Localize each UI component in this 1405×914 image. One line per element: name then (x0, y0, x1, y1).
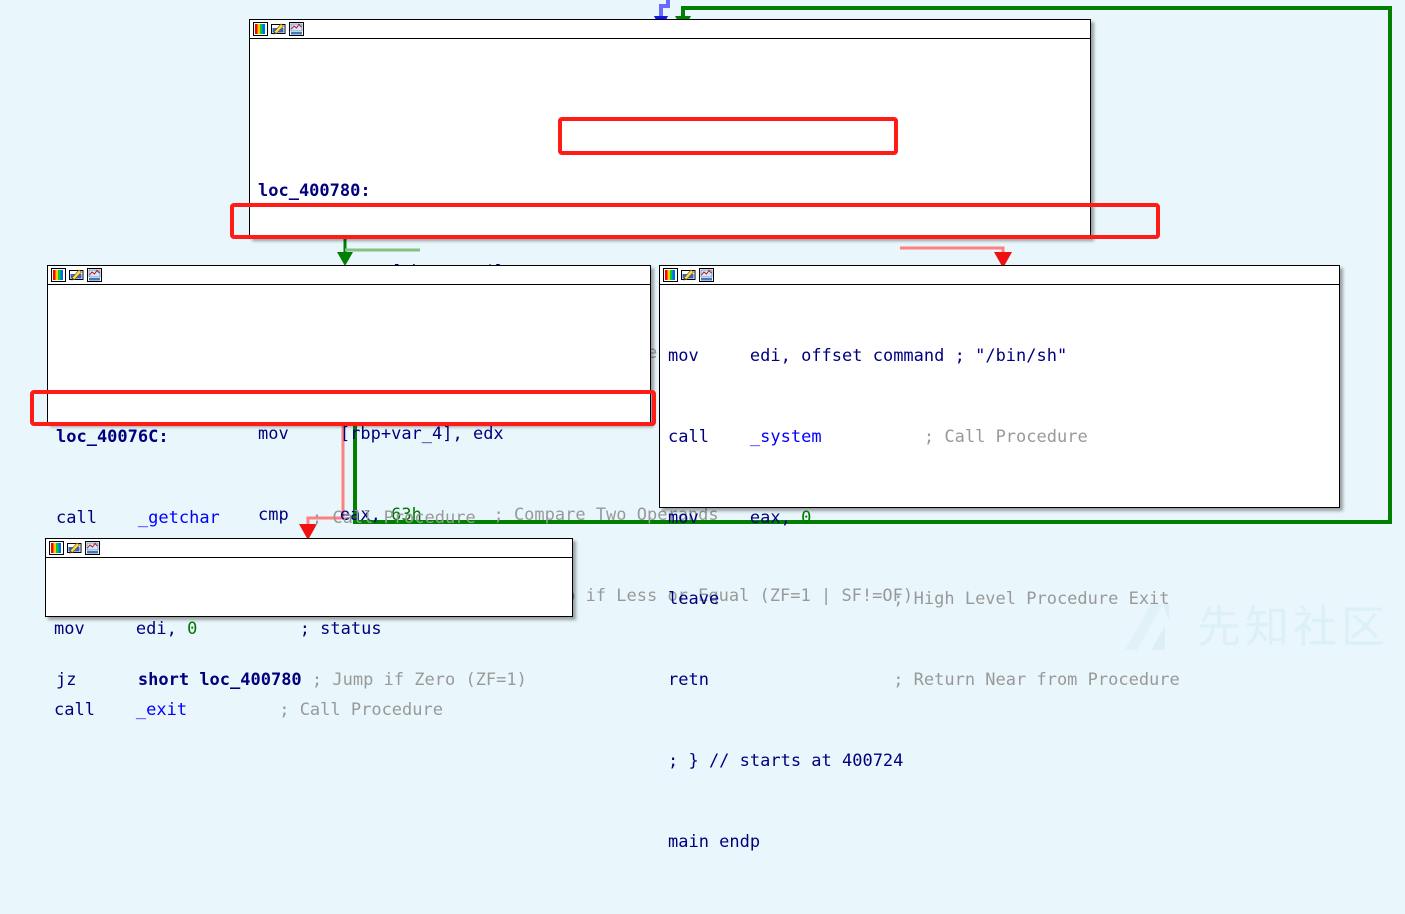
comment: ; "/bin/sh" (954, 346, 1068, 366)
asm-line: loc_400780: (250, 178, 1090, 205)
block-titlebar (660, 266, 1339, 285)
function-end-comment: ; } // starts at 400724 (668, 751, 904, 771)
graph-chart-icon[interactable] (85, 541, 100, 555)
comment: ; Call Procedure (279, 700, 443, 720)
color-palette-icon[interactable] (253, 22, 268, 36)
graph-chart-icon[interactable] (87, 268, 102, 282)
graph-chart-icon[interactable] (289, 22, 304, 36)
operand-immediate: 0 (187, 619, 198, 639)
basic-block-exit-call[interactable]: mov edi, 0 ; status call _exit ; Call Pr… (45, 538, 573, 720)
asm-line: mov edi, 0 ; status (46, 616, 572, 643)
comment: ; status (299, 619, 382, 639)
mnemonic: call (54, 700, 95, 720)
call-target[interactable]: _system (750, 427, 822, 447)
block-body: mov edi, 0 ; status call _exit ; Call Pr… (46, 558, 572, 782)
asm-line: call _system ; Call Procedure (660, 424, 1339, 451)
edit-pencil-icon[interactable] (69, 268, 84, 282)
label-loc-40076c: loc_40076C: (56, 427, 169, 447)
graph-chart-icon[interactable] (699, 268, 714, 282)
label-loc-400780: loc_400780: (258, 181, 371, 201)
basic-block-system-call[interactable]: mov edi, offset command ; "/bin/sh" call… (659, 265, 1340, 852)
call-target[interactable]: _getchar (138, 508, 220, 528)
edit-pencil-icon[interactable] (271, 22, 286, 36)
asm-line: mov edi, offset command ; "/bin/sh" (660, 343, 1339, 370)
mnemonic: mov (668, 346, 699, 366)
block-titlebar (48, 266, 650, 285)
graph-canvas[interactable]: loc_400780: mov eax, [rbp+var_4] lea edx… (0, 0, 1405, 852)
asm-line: mov eax, 0 (660, 505, 1339, 532)
mnemonic: retn (668, 670, 709, 690)
asm-line: main endp (660, 829, 1339, 856)
operands: edi, offset command (749, 346, 945, 366)
asm-line: ; } // starts at 400724 (660, 748, 1339, 775)
asm-line: retn ; Return Near from Procedure (660, 667, 1339, 694)
block-body: mov edi, offset command ; "/bin/sh" call… (660, 285, 1339, 914)
mnemonic: call (668, 427, 709, 447)
comment: ; Return Near from Procedure (893, 670, 1180, 690)
comment: ; High Level Procedure Exit (893, 589, 1170, 609)
mnemonic: leave (668, 589, 720, 609)
edit-pencil-icon[interactable] (681, 268, 696, 282)
basic-block-loc-400780[interactable]: loc_400780: mov eax, [rbp+var_4] lea edx… (249, 19, 1091, 606)
asm-line: loc_40076C: (48, 424, 650, 451)
block-titlebar (250, 20, 1090, 39)
mnemonic: mov (54, 619, 85, 639)
operands: edi, (135, 619, 188, 639)
mnemonic: call (56, 508, 97, 528)
color-palette-icon[interactable] (663, 268, 678, 282)
operands: eax, (749, 508, 802, 528)
comment: ; Call Procedure (923, 427, 1088, 447)
call-target[interactable]: _exit (136, 700, 187, 720)
color-palette-icon[interactable] (51, 268, 66, 282)
block-titlebar (46, 539, 572, 558)
comment: ; Call Procedure (311, 508, 476, 528)
operand-immediate: 0 (801, 508, 812, 528)
mnemonic: mov (668, 508, 699, 528)
asm-line: call _exit ; Call Procedure (46, 697, 572, 724)
asm-line: call _getchar ; Call Procedure (48, 505, 650, 532)
function-endp: main endp (668, 832, 761, 852)
basic-block-loc-40076c[interactable]: loc_40076C: call _getchar ; Call Procedu… (47, 265, 651, 690)
asm-line: leave ; High Level Procedure Exit (660, 586, 1339, 613)
edit-pencil-icon[interactable] (67, 541, 82, 555)
color-palette-icon[interactable] (49, 541, 64, 555)
